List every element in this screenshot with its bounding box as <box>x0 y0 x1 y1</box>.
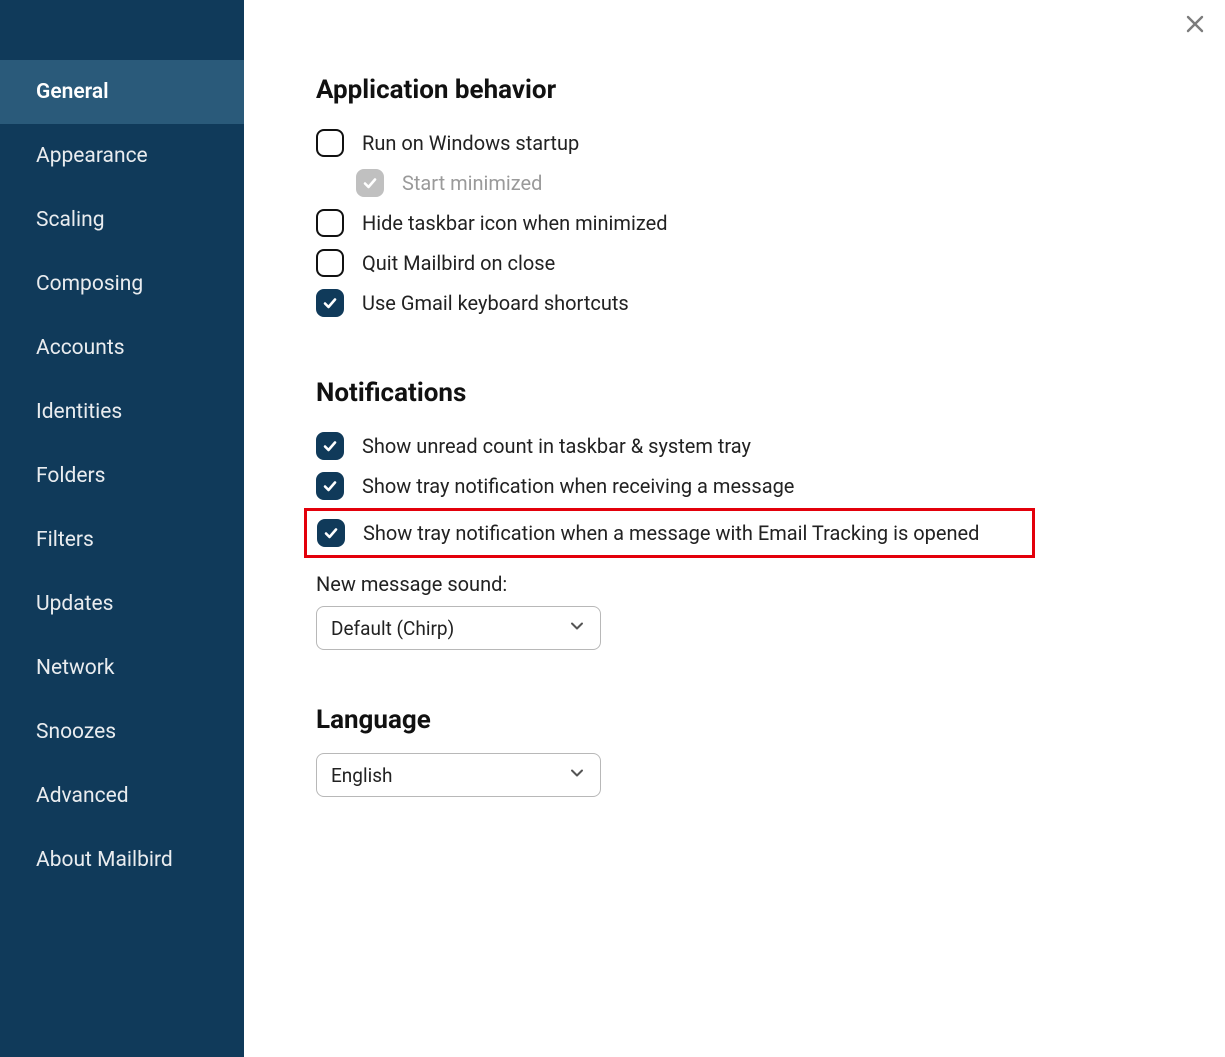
settings-sidebar: General Appearance Scaling Composing Acc… <box>0 0 244 1057</box>
sidebar-item-label: Composing <box>36 272 143 296</box>
sidebar-item-label: Updates <box>36 592 114 616</box>
checkbox-label: Show tray notification when a message wi… <box>363 521 979 545</box>
section-notifications: Notifications Show unread count in taskb… <box>316 378 1185 650</box>
sidebar-item-label: Filters <box>36 528 94 552</box>
sidebar-item-folders[interactable]: Folders <box>0 444 244 508</box>
sidebar-item-filters[interactable]: Filters <box>0 508 244 572</box>
checkbox-unread-count[interactable] <box>316 432 344 460</box>
sidebar-item-snoozes[interactable]: Snoozes <box>0 700 244 764</box>
section-language: Language English <box>316 705 1185 797</box>
row-tray-receive: Show tray notification when receiving a … <box>316 466 1185 506</box>
checkbox-gmail-shortcuts[interactable] <box>316 289 344 317</box>
section-application-behavior: Application behavior Run on Windows star… <box>316 75 1185 323</box>
sidebar-item-label: About Mailbird <box>36 848 173 872</box>
checkbox-tray-tracking[interactable] <box>317 519 345 547</box>
sidebar-item-advanced[interactable]: Advanced <box>0 764 244 828</box>
sidebar-item-label: Scaling <box>36 208 105 232</box>
sidebar-item-label: Accounts <box>36 336 125 360</box>
select-value: English <box>331 764 392 787</box>
sidebar-item-composing[interactable]: Composing <box>0 252 244 316</box>
sidebar-item-scaling[interactable]: Scaling <box>0 188 244 252</box>
sidebar-item-identities[interactable]: Identities <box>0 380 244 444</box>
select-value: Default (Chirp) <box>331 617 454 640</box>
checkbox-start-minimized <box>356 169 384 197</box>
checkbox-label: Hide taskbar icon when minimized <box>362 211 667 235</box>
close-button[interactable] <box>1185 14 1205 34</box>
checkbox-hide-taskbar[interactable] <box>316 209 344 237</box>
checkbox-tray-receive[interactable] <box>316 472 344 500</box>
sidebar-item-about[interactable]: About Mailbird <box>0 828 244 892</box>
row-gmail-shortcuts: Use Gmail keyboard shortcuts <box>316 283 1185 323</box>
checkbox-label: Quit Mailbird on close <box>362 251 555 275</box>
chevron-down-icon <box>568 764 586 787</box>
settings-content: Application behavior Run on Windows star… <box>244 0 1225 1057</box>
checkbox-label: Start minimized <box>402 171 542 195</box>
sidebar-item-label: Identities <box>36 400 122 424</box>
sidebar-item-label: Folders <box>36 464 105 488</box>
checkbox-label: Use Gmail keyboard shortcuts <box>362 291 629 315</box>
row-start-minimized: Start minimized <box>316 163 1185 203</box>
new-message-sound-label: New message sound: <box>316 572 1185 596</box>
sidebar-item-network[interactable]: Network <box>0 636 244 700</box>
section-title: Application behavior <box>316 75 1185 105</box>
section-title: Notifications <box>316 378 1185 408</box>
row-run-on-startup: Run on Windows startup <box>316 123 1185 163</box>
sidebar-item-label: Snoozes <box>36 720 116 744</box>
new-message-sound-select[interactable]: Default (Chirp) <box>316 606 601 650</box>
sidebar-item-label: Advanced <box>36 784 129 808</box>
sidebar-item-appearance[interactable]: Appearance <box>0 124 244 188</box>
row-unread-count: Show unread count in taskbar & system tr… <box>316 426 1185 466</box>
checkbox-label: Run on Windows startup <box>362 131 579 155</box>
row-quit-on-close: Quit Mailbird on close <box>316 243 1185 283</box>
sidebar-item-label: Appearance <box>36 144 148 168</box>
section-title: Language <box>316 705 1185 735</box>
checkbox-label: Show unread count in taskbar & system tr… <box>362 434 751 458</box>
language-select[interactable]: English <box>316 753 601 797</box>
sidebar-item-updates[interactable]: Updates <box>0 572 244 636</box>
checkbox-run-on-startup[interactable] <box>316 129 344 157</box>
chevron-down-icon <box>568 617 586 640</box>
sidebar-item-accounts[interactable]: Accounts <box>0 316 244 380</box>
checkbox-label: Show tray notification when receiving a … <box>362 474 794 498</box>
sidebar-item-label: General <box>36 80 109 104</box>
checkbox-quit-on-close[interactable] <box>316 249 344 277</box>
sidebar-item-label: Network <box>36 656 115 680</box>
row-hide-taskbar: Hide taskbar icon when minimized <box>316 203 1185 243</box>
close-icon <box>1185 14 1205 34</box>
sidebar-item-general[interactable]: General <box>0 60 244 124</box>
row-tray-tracking-highlighted: Show tray notification when a message wi… <box>304 508 1035 558</box>
